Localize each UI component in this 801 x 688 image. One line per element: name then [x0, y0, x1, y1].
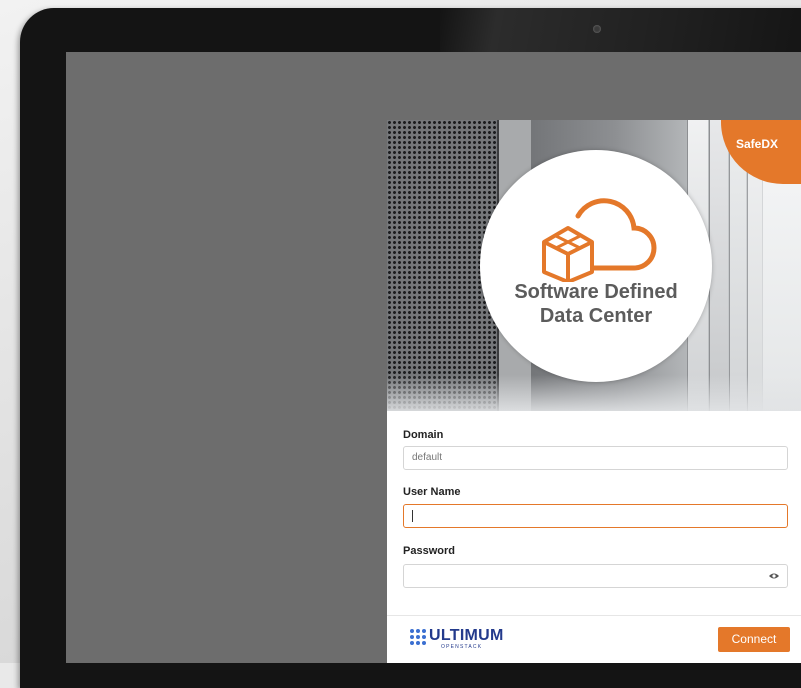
- domain-field[interactable]: default: [403, 446, 788, 470]
- hero-banner: Software Defined Data Center SafeDX: [387, 120, 801, 411]
- footer-divider: [387, 615, 801, 616]
- cloud-box-icon: [542, 198, 657, 282]
- password-field[interactable]: [403, 564, 788, 588]
- bezel-reflection: [440, 8, 801, 52]
- connect-button[interactable]: Connect: [718, 627, 790, 652]
- eye-icon[interactable]: [769, 572, 779, 580]
- ultimum-mark-icon: [410, 629, 426, 645]
- webcam: [593, 25, 601, 33]
- logo-subtext: OPENSTACK: [441, 644, 483, 650]
- username-field[interactable]: [403, 504, 788, 528]
- ultimum-logo: ULTIMUM OPENSTACK: [409, 625, 529, 655]
- text-caret: [412, 510, 413, 522]
- hero-title: Software Defined Data Center: [480, 280, 712, 328]
- username-label: User Name: [403, 486, 461, 498]
- hero-title-line-1: Software Defined: [514, 281, 678, 303]
- domain-label: Domain: [403, 429, 444, 441]
- login-panel: Software Defined Data Center SafeDX Doma…: [387, 120, 801, 663]
- hero-title-line-2: Data Center: [539, 305, 653, 327]
- logo-text: ULTIMUM: [429, 627, 504, 644]
- password-label: Password: [403, 545, 455, 557]
- domain-value: default: [412, 452, 443, 463]
- brand-logo-text: SafeDX: [736, 137, 779, 151]
- hero-emblem: Software Defined Data Center: [480, 150, 712, 382]
